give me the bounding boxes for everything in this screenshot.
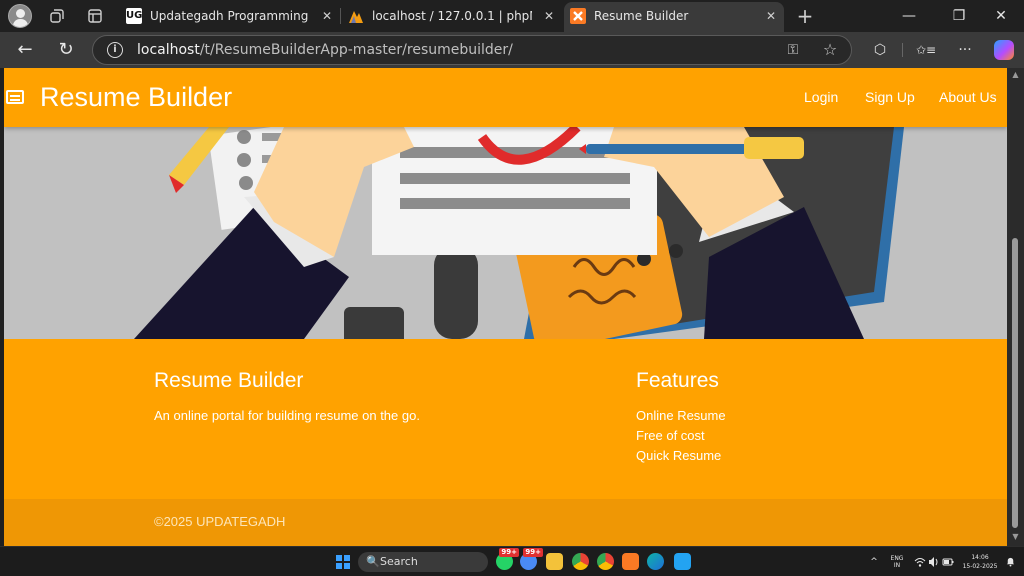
chrome-profile-icon[interactable] [597,553,614,570]
extensions-icon[interactable]: ⬡ [870,40,890,60]
footer-features-heading: Features [636,369,719,392]
site-footer: Resume Builder An online portal for buil… [4,339,1007,499]
clock-time: 14:06 [971,554,989,561]
feature-quick-resume[interactable]: Quick Resume [636,446,721,466]
url-text[interactable]: localhost/t/ResumeBuilderApp-master/resu… [137,36,513,64]
app-icon[interactable]: 99+ [520,548,543,570]
site-brand[interactable]: Resume Builder [40,78,232,116]
tab-close-icon[interactable]: ✕ [542,2,556,30]
site-info-icon[interactable]: i [107,42,123,58]
tab-title: localhost / 127.0.0.1 | phpMyAdm [372,9,532,23]
tab-resume-builder[interactable]: Resume Builder ✕ [564,2,784,32]
workspaces-icon[interactable] [46,5,68,27]
address-bar[interactable]: i localhost/t/ResumeBuilderApp-master/re… [92,35,852,65]
copyright-text: ©2025 UPDATEGADH [154,514,286,529]
wifi-icon[interactable] [914,556,926,568]
browser-tab-strip: UG Updategadh Programming - Upd ✕ localh… [0,0,1024,32]
windows-start-icon[interactable] [336,555,350,569]
clock[interactable]: 14:06 15-02-2025 [958,554,1002,570]
scrollbar-thumb[interactable] [1012,238,1018,528]
copilot-icon[interactable] [994,40,1014,60]
tab-title: Updategadh Programming - Upd [150,9,310,23]
nav-login-link[interactable]: Login [804,87,838,107]
profile-avatar[interactable] [8,4,32,28]
tab-close-icon[interactable]: ✕ [320,2,334,30]
edge-icon[interactable] [647,553,664,570]
region-code: IN [893,562,901,569]
back-button[interactable]: ← [12,37,38,63]
notification-badge: 99+ [499,548,519,557]
updategadh-favicon-icon: UG [126,8,142,24]
page-scrollbar[interactable]: ▲ ▼ [1007,68,1024,546]
footer-about-text: An online portal for building resume on … [154,408,420,423]
minimize-button[interactable]: — [886,0,932,32]
chrome-icon[interactable] [572,553,589,570]
more-options-icon[interactable]: ··· [955,40,975,60]
url-host: localhost [137,42,200,58]
scroll-up-icon[interactable]: ▲ [1011,70,1020,79]
tab-title: Resume Builder [594,9,689,23]
new-tab-button[interactable]: + [794,5,816,27]
refresh-button[interactable]: ↻ [53,37,79,63]
hero-illustration [4,127,1007,339]
xampp-icon[interactable] [622,553,639,570]
tab-updategadh[interactable]: UG Updategadh Programming - Upd ✕ [120,2,340,30]
password-key-icon[interactable]: ⚿ [783,40,803,60]
file-explorer-icon[interactable] [546,553,563,570]
clock-date: 15-02-2025 [962,563,998,570]
vscode-icon[interactable] [674,553,691,570]
nav-about-link[interactable]: About Us [939,87,997,107]
address-toolbar: ← ↻ i localhost/t/ResumeBuilderApp-maste… [0,32,1024,68]
tab-phpmyadmin[interactable]: localhost / 127.0.0.1 | phpMyAdm ✕ [342,2,562,30]
tab-separator [340,8,341,24]
scroll-down-icon[interactable]: ▼ [1011,532,1020,541]
feature-free-of-cost[interactable]: Free of cost [636,426,705,446]
input-language[interactable]: ENG IN [886,555,908,569]
tab-actions-icon[interactable] [84,5,106,27]
notification-bell-icon[interactable] [1004,556,1016,568]
site-navbar: Resume Builder Login Sign Up About Us [4,68,1007,127]
favorite-star-icon[interactable]: ☆ [820,40,840,60]
battery-icon[interactable] [942,556,954,568]
language-code: ENG [890,555,904,562]
taskbar-search[interactable]: 🔍 Search [358,552,488,572]
favorites-bar-icon[interactable]: ✩≡ [916,40,936,60]
tray-chevron-icon[interactable]: ^ [868,556,880,568]
whatsapp-icon[interactable]: 99+ [496,548,519,570]
close-window-button[interactable]: ✕ [978,0,1024,32]
tab-close-icon[interactable]: ✕ [764,2,778,30]
phpmyadmin-favicon-icon [348,8,364,24]
nav-signup-link[interactable]: Sign Up [865,87,915,107]
restore-button[interactable]: ❐ [936,0,982,32]
feature-online-resume[interactable]: Online Resume [636,406,726,426]
hero-illustration-graphic [4,127,1007,339]
search-label: Search [380,555,418,568]
copyright-bar: ©2025 UPDATEGADH [4,499,1007,546]
page-viewport: Resume Builder Login Sign Up About Us Re… [4,68,1007,546]
volume-icon[interactable] [928,556,940,568]
url-path: /t/ResumeBuilderApp-master/resumebuilder… [199,42,513,58]
xampp-favicon-icon [570,8,586,24]
footer-about-heading: Resume Builder [154,369,304,392]
notification-badge: 99+ [523,548,543,557]
search-icon: 🔍 [366,555,380,568]
resume-card-icon [6,90,24,104]
toolbar-separator [902,43,903,57]
windows-taskbar: 🔍 Search 99+ 99+ ^ ENG IN 14:06 15-02-20… [0,546,1024,576]
